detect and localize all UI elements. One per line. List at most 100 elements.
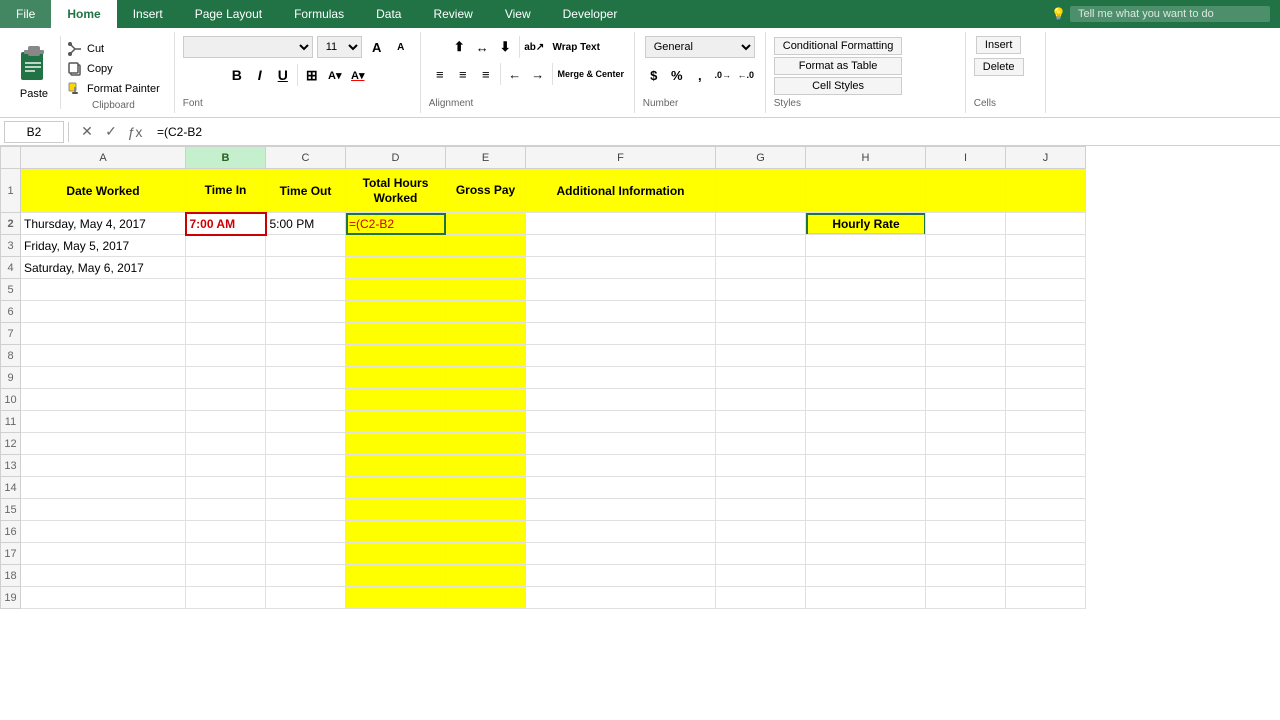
- cell-d11[interactable]: [346, 411, 446, 433]
- cell-b16[interactable]: [186, 521, 266, 543]
- cell-g3[interactable]: [716, 235, 806, 257]
- cell-i2[interactable]: [926, 213, 1006, 235]
- cell-g18[interactable]: [716, 565, 806, 587]
- cell-d6[interactable]: [346, 301, 446, 323]
- cell-g8[interactable]: [716, 345, 806, 367]
- cell-b6[interactable]: [186, 301, 266, 323]
- cell-j17[interactable]: [1006, 543, 1086, 565]
- cell-e13[interactable]: [446, 455, 526, 477]
- cell-h6[interactable]: [806, 301, 926, 323]
- cell-e18[interactable]: [446, 565, 526, 587]
- cell-h14[interactable]: [806, 477, 926, 499]
- cell-e17[interactable]: [446, 543, 526, 565]
- cell-d10[interactable]: [346, 389, 446, 411]
- align-top-button[interactable]: ⬆: [448, 36, 470, 58]
- cell-b19[interactable]: [186, 587, 266, 609]
- cell-f5[interactable]: [526, 279, 716, 301]
- number-format-select[interactable]: General: [645, 36, 755, 58]
- cell-d16[interactable]: [346, 521, 446, 543]
- cell-e6[interactable]: [446, 301, 526, 323]
- cell-c14[interactable]: [266, 477, 346, 499]
- cell-i17[interactable]: [926, 543, 1006, 565]
- font-size-decrease-button[interactable]: A: [390, 36, 412, 58]
- cell-b18[interactable]: [186, 565, 266, 587]
- cell-h10[interactable]: [806, 389, 926, 411]
- cell-c18[interactable]: [266, 565, 346, 587]
- cell-f15[interactable]: [526, 499, 716, 521]
- font-family-select[interactable]: [183, 36, 313, 58]
- tab-page-layout[interactable]: Page Layout: [179, 0, 278, 28]
- bold-button[interactable]: B: [226, 64, 248, 86]
- cell-j4[interactable]: [1006, 257, 1086, 279]
- tab-insert[interactable]: Insert: [117, 0, 179, 28]
- cell-i19[interactable]: [926, 587, 1006, 609]
- cell-f19[interactable]: [526, 587, 716, 609]
- font-size-increase-button[interactable]: A: [366, 36, 388, 58]
- cell-f11[interactable]: [526, 411, 716, 433]
- cell-a9[interactable]: [21, 367, 186, 389]
- cell-c16[interactable]: [266, 521, 346, 543]
- cell-a5[interactable]: [21, 279, 186, 301]
- cell-a19[interactable]: [21, 587, 186, 609]
- cell-i6[interactable]: [926, 301, 1006, 323]
- cell-j6[interactable]: [1006, 301, 1086, 323]
- cell-f7[interactable]: [526, 323, 716, 345]
- cell-i15[interactable]: [926, 499, 1006, 521]
- decimal-decrease-button[interactable]: ←.0: [735, 64, 757, 86]
- cell-i13[interactable]: [926, 455, 1006, 477]
- cell-j15[interactable]: [1006, 499, 1086, 521]
- tab-formulas[interactable]: Formulas: [278, 0, 360, 28]
- cell-j14[interactable]: [1006, 477, 1086, 499]
- cell-g2[interactable]: [716, 213, 806, 235]
- tab-data[interactable]: Data: [360, 0, 417, 28]
- cell-f13[interactable]: [526, 455, 716, 477]
- cell-e9[interactable]: [446, 367, 526, 389]
- cell-j3[interactable]: [1006, 235, 1086, 257]
- cell-j19[interactable]: [1006, 587, 1086, 609]
- cell-i10[interactable]: [926, 389, 1006, 411]
- align-middle-button[interactable]: ↔: [471, 36, 493, 58]
- cell-c13[interactable]: [266, 455, 346, 477]
- cell-h13[interactable]: [806, 455, 926, 477]
- format-as-table-button[interactable]: Format as Table: [774, 57, 903, 75]
- cell-f10[interactable]: [526, 389, 716, 411]
- cell-c5[interactable]: [266, 279, 346, 301]
- cell-a13[interactable]: [21, 455, 186, 477]
- conditional-formatting-button[interactable]: Conditional Formatting: [774, 37, 903, 55]
- cell-d5[interactable]: [346, 279, 446, 301]
- cell-j2[interactable]: [1006, 213, 1086, 235]
- cell-reference-box[interactable]: [4, 121, 64, 143]
- cell-c4[interactable]: [266, 257, 346, 279]
- cell-g6[interactable]: [716, 301, 806, 323]
- cell-g16[interactable]: [716, 521, 806, 543]
- cell-c15[interactable]: [266, 499, 346, 521]
- cell-j1[interactable]: [1006, 169, 1086, 213]
- increase-indent-button[interactable]: →: [527, 63, 549, 85]
- cell-h2[interactable]: Hourly Rate $ 35.00: [806, 213, 926, 235]
- align-right-button[interactable]: ≡: [475, 63, 497, 85]
- cell-c10[interactable]: [266, 389, 346, 411]
- cell-a15[interactable]: [21, 499, 186, 521]
- cell-g19[interactable]: [716, 587, 806, 609]
- cell-e2[interactable]: [446, 213, 526, 235]
- cell-g17[interactable]: [716, 543, 806, 565]
- cell-b5[interactable]: [186, 279, 266, 301]
- cell-e15[interactable]: [446, 499, 526, 521]
- cell-h12[interactable]: [806, 433, 926, 455]
- cell-e7[interactable]: [446, 323, 526, 345]
- cell-i14[interactable]: [926, 477, 1006, 499]
- cell-g7[interactable]: [716, 323, 806, 345]
- cell-c7[interactable]: [266, 323, 346, 345]
- italic-button[interactable]: I: [249, 64, 271, 86]
- align-left-button[interactable]: ≡: [429, 63, 451, 85]
- cell-e10[interactable]: [446, 389, 526, 411]
- cell-c12[interactable]: [266, 433, 346, 455]
- align-bottom-button[interactable]: ⬇: [494, 36, 516, 58]
- insert-button[interactable]: Insert: [976, 36, 1022, 54]
- cell-f18[interactable]: [526, 565, 716, 587]
- merge-center-button[interactable]: Merge & Center: [556, 63, 626, 85]
- cell-h19[interactable]: [806, 587, 926, 609]
- delete-button[interactable]: Delete: [974, 58, 1024, 76]
- tab-file[interactable]: File: [0, 0, 51, 28]
- cell-d12[interactable]: [346, 433, 446, 455]
